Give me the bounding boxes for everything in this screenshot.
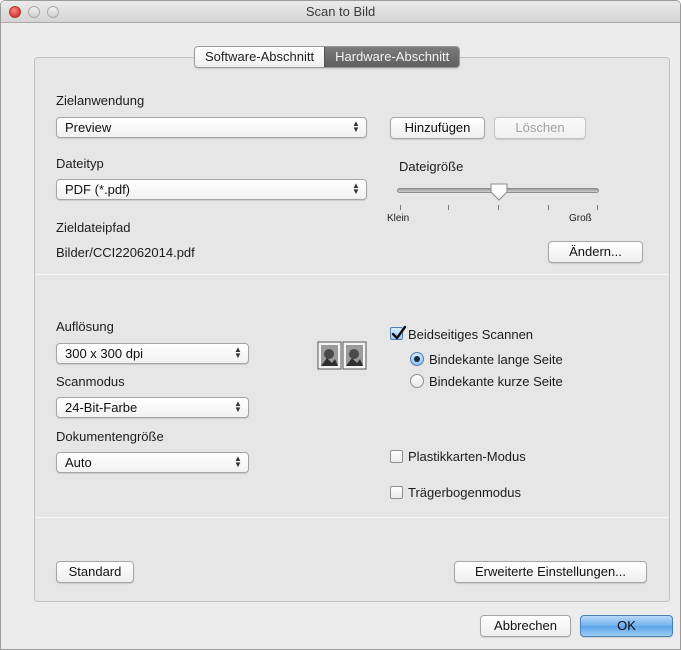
advanced-settings-button[interactable]: Erweiterte Einstellungen...	[454, 561, 647, 583]
target-app-popup[interactable]: Preview ▲ ▼	[56, 117, 367, 138]
scan-mode-popup[interactable]: 24-Bit-Farbe ▲ ▼	[56, 397, 249, 418]
file-type-popup[interactable]: PDF (*.pdf) ▲ ▼	[56, 179, 367, 200]
tab-hardware-section[interactable]: Hardware-Abschnitt	[324, 47, 460, 67]
standard-button[interactable]: Standard	[56, 561, 134, 583]
document-size-popup[interactable]: Auto ▲ ▼	[56, 452, 249, 473]
slider-tick	[597, 205, 598, 210]
destination-path-label: Zieldateipfad	[56, 220, 131, 235]
duplex-scan-icon	[317, 341, 367, 370]
section-divider	[35, 274, 669, 275]
tab-software-section[interactable]: Software-Abschnitt	[195, 47, 325, 67]
target-app-value: Preview	[65, 120, 112, 135]
short-edge-radio[interactable]	[410, 374, 424, 388]
file-size-min-label: Klein	[387, 213, 410, 224]
long-edge-radio[interactable]	[410, 352, 424, 366]
long-edge-label: Bindekante lange Seite	[429, 352, 563, 367]
section-tabs: Software-Abschnitt Hardware-Abschnitt	[194, 46, 461, 68]
title-bar: Scan to Bild	[1, 1, 680, 23]
plastic-card-checkbox[interactable]	[390, 450, 403, 463]
window-title: Scan to Bild	[305, 4, 376, 19]
file-size-label: Dateigröße	[399, 159, 464, 174]
up-down-chevron-icon: ▲ ▼	[234, 454, 242, 469]
file-type-label: Dateityp	[56, 156, 104, 171]
duplex-scan-checkbox[interactable]	[390, 325, 407, 340]
up-down-chevron-icon: ▲ ▼	[234, 345, 242, 360]
plastic-card-label: Plastikkarten-Modus	[408, 449, 526, 464]
slider-tick	[548, 205, 549, 210]
resolution-popup[interactable]: 300 x 300 dpi ▲ ▼	[56, 343, 249, 364]
slider-tick	[400, 205, 401, 210]
delete-application-button[interactable]: Löschen	[494, 117, 586, 139]
carrier-sheet-checkbox[interactable]	[390, 486, 403, 499]
up-down-chevron-icon: ▲ ▼	[234, 399, 242, 414]
slider-tick	[498, 205, 499, 210]
section-divider	[35, 517, 669, 518]
checkmark-icon	[391, 325, 407, 340]
carrier-sheet-label: Trägerbogenmodus	[408, 485, 521, 500]
change-path-button[interactable]: Ändern...	[548, 241, 643, 263]
up-down-chevron-icon: ▲ ▼	[352, 181, 360, 196]
resolution-value: 300 x 300 dpi	[65, 346, 144, 361]
add-application-button[interactable]: Hinzufügen	[390, 117, 485, 139]
document-size-value: Auto	[65, 455, 92, 470]
scan-mode-label: Scanmodus	[56, 374, 125, 389]
file-type-value: PDF (*.pdf)	[65, 182, 131, 197]
slider-tick	[448, 205, 449, 210]
file-size-max-label: Groß	[569, 213, 592, 224]
short-edge-label: Bindekante kurze Seite	[429, 374, 563, 389]
file-size-slider-knob[interactable]	[489, 182, 509, 202]
scan-to-image-dialog: Scan to Bild Software-Abschnitt Hardware…	[0, 0, 681, 650]
ok-button[interactable]: OK	[580, 615, 673, 637]
up-down-chevron-icon: ▲ ▼	[352, 119, 360, 134]
duplex-scan-label: Beidseitiges Scannen	[408, 327, 534, 342]
resolution-label: Auflösung	[56, 319, 114, 334]
destination-path-value: Bilder/CCI22062014.pdf	[56, 245, 195, 260]
cancel-button[interactable]: Abbrechen	[480, 615, 571, 637]
target-app-label: Zielanwendung	[56, 93, 145, 108]
scan-mode-value: 24-Bit-Farbe	[65, 400, 138, 415]
document-size-label: Dokumentengröße	[56, 429, 164, 444]
